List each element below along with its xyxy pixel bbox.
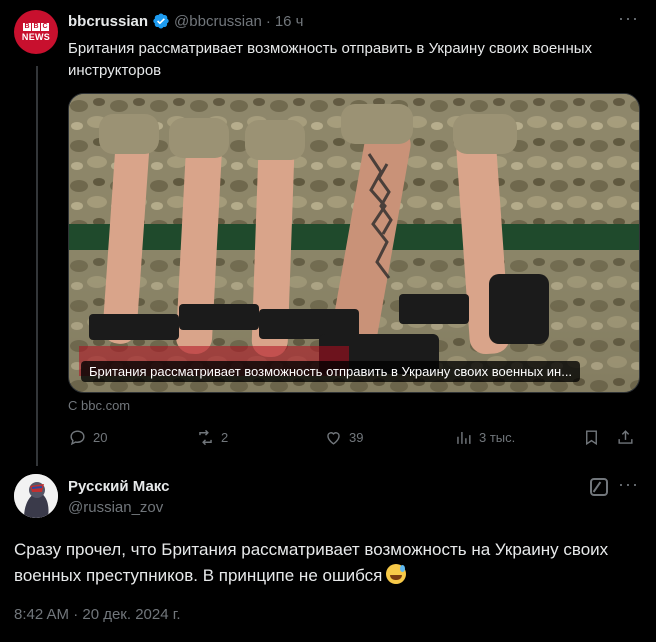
like-count: 39 [349, 430, 364, 445]
logo-letter: B [23, 22, 31, 31]
avatar[interactable] [14, 474, 58, 518]
handle[interactable]: @russian_zov [68, 499, 163, 516]
repost-button[interactable]: 2 [196, 428, 228, 447]
like-button[interactable]: 39 [324, 428, 363, 447]
repost-count: 2 [221, 430, 229, 445]
heart-icon [327, 432, 340, 445]
reply-button[interactable]: 20 [68, 428, 107, 447]
post-time[interactable]: 16 ч [275, 13, 304, 30]
bbc-logo: B B C [23, 22, 49, 31]
link-card[interactable]: Британия рассматривает возможность отпра… [68, 93, 640, 393]
verified-badge-icon[interactable] [152, 12, 170, 30]
card-image [69, 94, 639, 392]
more-options-button[interactable]: ··· [618, 8, 639, 29]
reply-count: 20 [93, 430, 108, 445]
tweet-actions: 20 2 39 3 тыс. [68, 428, 638, 448]
tweet-header: bbcrussian @bbcrussian · 16 ч [68, 12, 303, 30]
views-chart-icon [457, 431, 471, 444]
views-button[interactable]: 3 тыс. [454, 428, 515, 447]
avatar-label: NEWS [21, 31, 51, 42]
grok-icon[interactable] [590, 478, 608, 496]
share-button[interactable] [616, 428, 635, 447]
bookmark-button[interactable] [582, 428, 601, 447]
reply-text-content: Сразу прочел, что Британия рассматривает… [14, 540, 609, 585]
reply-text: Сразу прочел, что Британия рассматривает… [14, 537, 634, 589]
timestamp[interactable]: 8:42 AM · 20 дек. 2024 г. [14, 606, 181, 623]
tweet-text: Британия рассматривает возможность отпра… [68, 40, 593, 79]
logo-letter: C [41, 22, 49, 31]
handle[interactable]: @bbcrussian [174, 13, 262, 30]
avatar[interactable]: B B C NEWS [14, 10, 58, 54]
separator: · [265, 12, 271, 30]
thread-connector-line [36, 66, 38, 466]
sweat-smile-emoji-icon [386, 564, 407, 584]
bookmark-icon [586, 430, 597, 446]
reply-icon [70, 430, 85, 446]
more-options-button[interactable]: ··· [618, 474, 639, 495]
card-source[interactable]: С bbc.com [68, 398, 130, 413]
share-icon [618, 430, 633, 444]
view-count: 3 тыс. [479, 430, 516, 445]
logo-letter: B [32, 22, 40, 31]
repost-icon [199, 429, 212, 446]
display-name[interactable]: Русский Макс [68, 478, 169, 495]
display-name[interactable]: bbcrussian [68, 13, 148, 30]
card-caption: Британия рассматривает возможность отпра… [81, 361, 581, 382]
avatar-image [14, 474, 58, 518]
